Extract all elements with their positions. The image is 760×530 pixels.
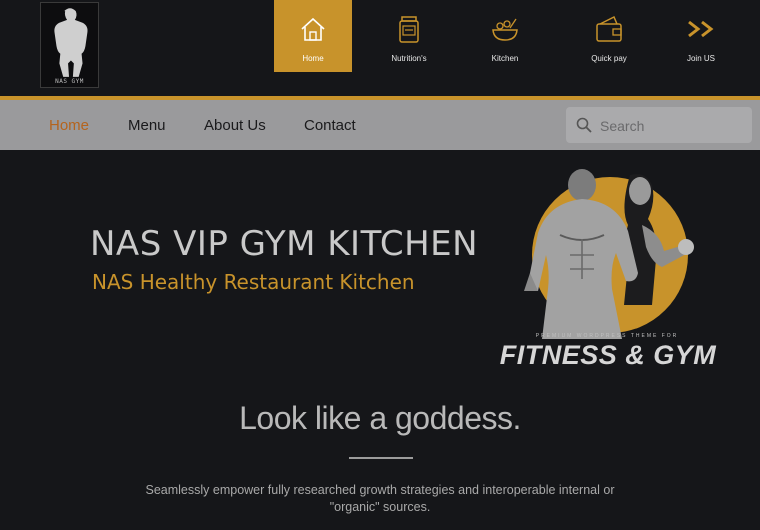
bowl-icon — [492, 18, 518, 41]
menu-bar: Home Menu About Us Contact — [0, 100, 760, 150]
site-logo[interactable]: NAS GYM — [40, 2, 99, 88]
search-input[interactable] — [598, 113, 742, 139]
nav-home[interactable]: Home — [274, 0, 352, 72]
nav-home-label: Home — [302, 54, 324, 63]
nutrition-jar-icon — [399, 16, 419, 43]
nav-quick-pay-label: Quick pay — [591, 54, 627, 63]
menu-item-home[interactable]: Home — [49, 100, 89, 150]
menu-item-about-us[interactable]: About Us — [204, 100, 266, 150]
nav-kitchen[interactable]: Kitchen — [466, 0, 544, 72]
house-icon — [301, 17, 325, 41]
hero-title: NAS VIP GYM KITCHEN — [90, 224, 479, 264]
top-bar: NAS GYM Home Nutrition's Kitchen Quick p… — [0, 0, 760, 96]
nav-join-us[interactable]: Join US — [662, 0, 740, 72]
nav-nutritions[interactable]: Nutrition's — [370, 0, 448, 72]
nav-join-us-label: Join US — [686, 54, 715, 63]
nav-nutritions-label: Nutrition's — [391, 54, 427, 63]
menu-item-contact[interactable]: Contact — [304, 100, 356, 150]
image-caption-small: PREMIUM WORDPRESS THEME FOR — [535, 333, 679, 339]
tagline-heading: Look like a goddess. — [239, 400, 521, 436]
wallet-icon — [596, 15, 622, 42]
search-box[interactable] — [566, 107, 752, 143]
double-chevron-icon — [688, 20, 714, 38]
tagline-divider — [349, 457, 413, 459]
hero-subtitle: NAS Healthy Restaurant Kitchen — [92, 270, 415, 294]
image-caption-big: FITNESS & GYM — [499, 340, 717, 370]
logo-text: NAS GYM — [55, 78, 84, 85]
body-paragraph: Seamlessly empower fully researched grow… — [145, 483, 615, 514]
search-icon — [576, 117, 592, 133]
nav-quick-pay[interactable]: Quick pay — [570, 0, 648, 72]
bodybuilder-logo-icon — [54, 8, 88, 77]
menu-item-menu[interactable]: Menu — [128, 100, 166, 150]
nav-kitchen-label: Kitchen — [491, 54, 519, 63]
